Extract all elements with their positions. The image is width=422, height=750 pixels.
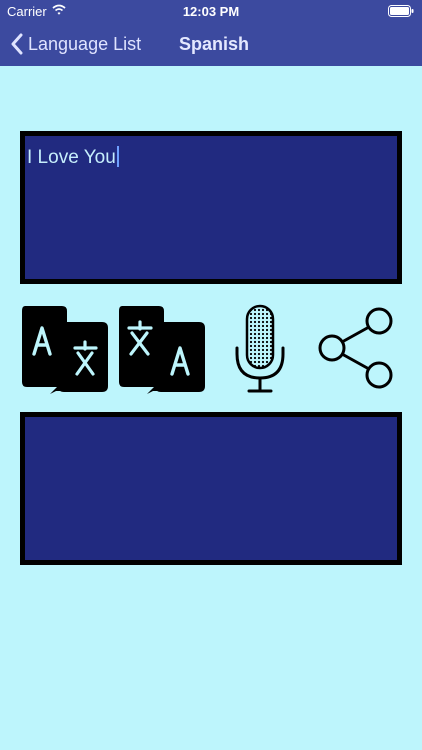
- text-caret: [116, 146, 119, 167]
- navigation-bar: Language List Spanish: [0, 22, 422, 66]
- back-button[interactable]: Language List: [10, 22, 141, 66]
- source-text-value: I Love You: [27, 146, 119, 169]
- chevron-left-icon: [11, 33, 23, 55]
- page-title: Spanish: [179, 34, 250, 54]
- status-time: 12:03 PM: [182, 4, 240, 19]
- translate-icon[interactable]: [20, 304, 110, 394]
- translate-reverse-icon[interactable]: [117, 304, 207, 394]
- microphone-icon[interactable]: [233, 304, 287, 394]
- back-label: Language List: [28, 33, 142, 54]
- battery-icon: [388, 5, 414, 17]
- share-icon[interactable]: [317, 306, 399, 390]
- status-bar: Carrier 12:03 PM: [0, 0, 422, 22]
- source-text-input[interactable]: I Love You: [20, 131, 402, 284]
- translated-text-output: [20, 412, 402, 565]
